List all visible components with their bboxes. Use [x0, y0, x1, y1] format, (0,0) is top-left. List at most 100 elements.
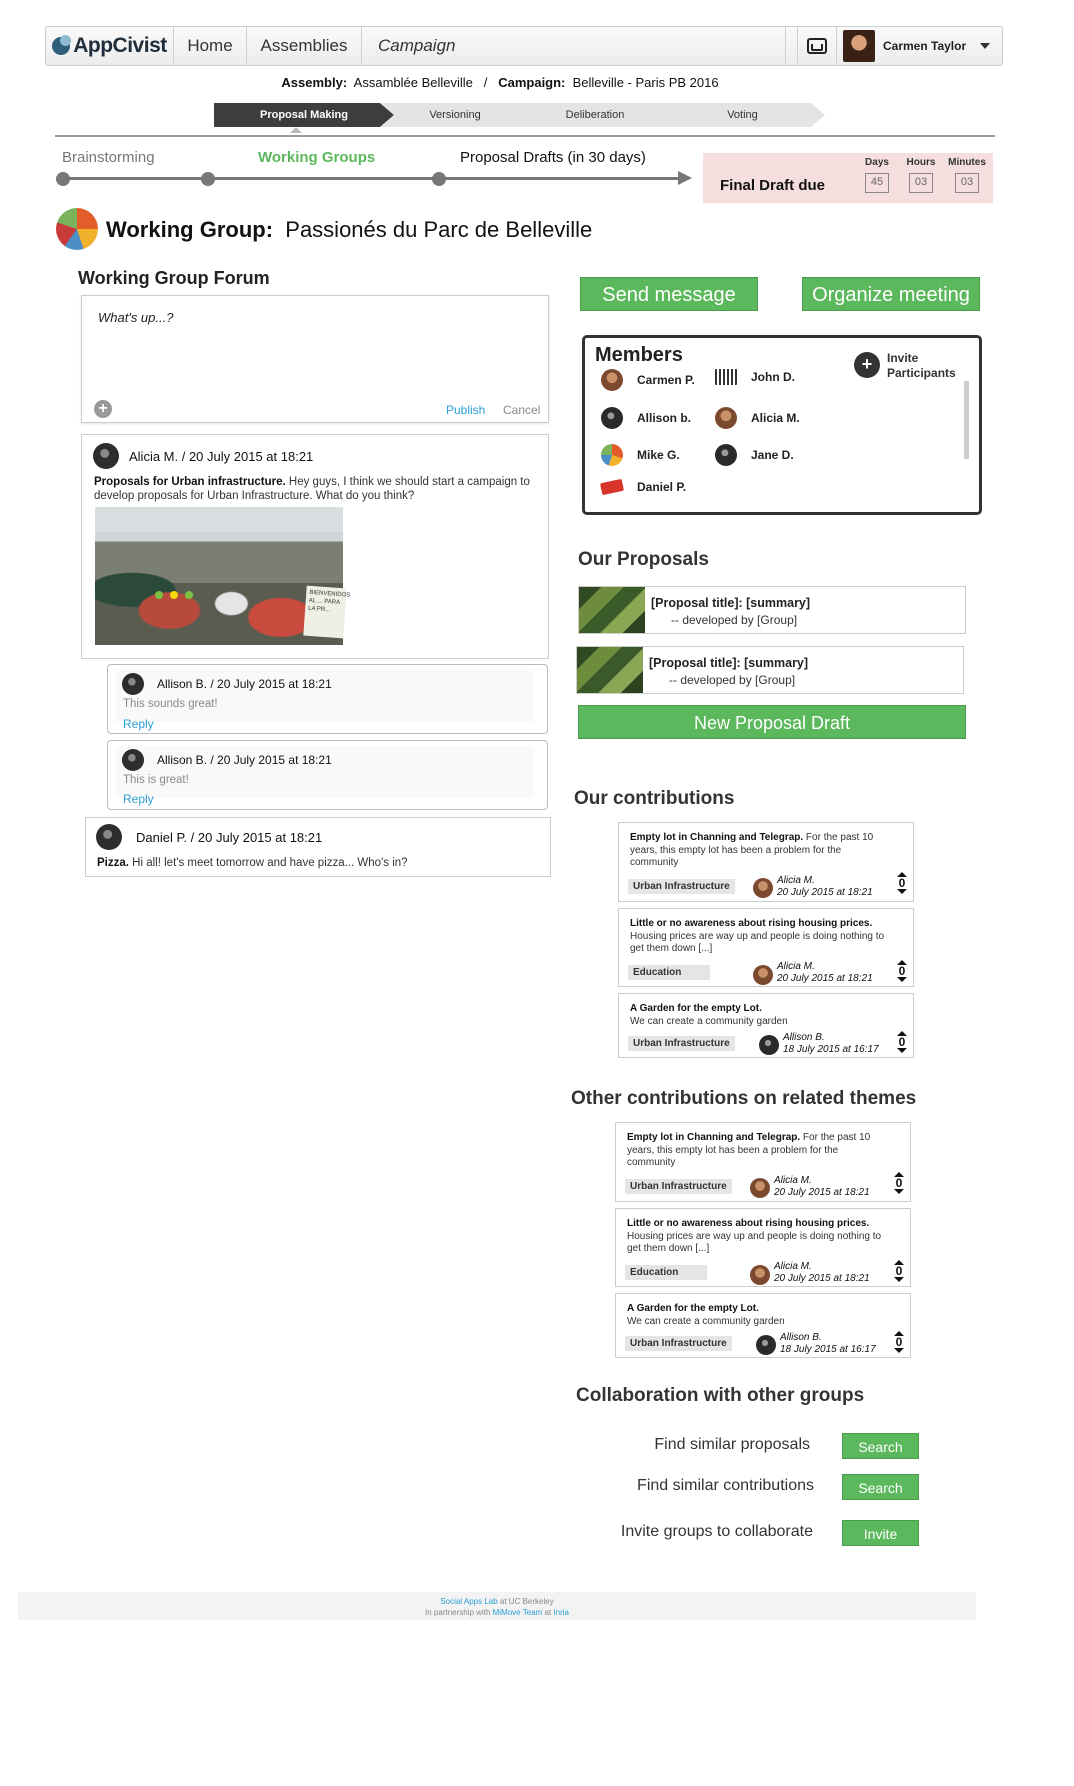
tag-badge[interactable]: Education: [625, 1265, 707, 1280]
avatar-icon: [601, 369, 623, 391]
tag-badge[interactable]: Urban Infrastructure: [625, 1179, 732, 1194]
author-name: Allison B.: [783, 1032, 825, 1043]
contribution-card[interactable]: Little or no awareness about rising hous…: [618, 908, 914, 987]
vote-control[interactable]: 0: [897, 960, 907, 982]
contribution-author: Alicia M. 20 July 2015 at 18:21: [774, 1175, 870, 1199]
proposal-card[interactable]: [Proposal title]: [summary] -- developed…: [578, 586, 966, 634]
cancel-button[interactable]: Cancel: [503, 403, 540, 417]
invite-participants-button[interactable]: Invite Participants: [887, 351, 967, 381]
post-composer[interactable]: What's up...? + Publish Cancel: [81, 295, 549, 423]
proposal-thumbnail: [579, 587, 645, 633]
reply-button[interactable]: Reply: [123, 717, 154, 731]
inbox-button[interactable]: [797, 27, 837, 65]
contribution-text: A Garden for the empty Lot. We can creat…: [627, 1303, 889, 1328]
plus-icon[interactable]: +: [94, 400, 112, 418]
vote-control[interactable]: 0: [894, 1172, 904, 1194]
footer-inria-link[interactable]: Inria: [553, 1608, 569, 1617]
contribution-card[interactable]: A Garden for the empty Lot. We can creat…: [618, 993, 914, 1058]
timeline-stage-proposal-drafts[interactable]: Proposal Drafts (in 30 days): [460, 149, 646, 166]
timeline-dot: [432, 172, 446, 186]
member-item[interactable]: Mike G.: [601, 444, 680, 466]
phase-deliberation[interactable]: Deliberation: [515, 103, 675, 127]
timeline-stage-working-groups[interactable]: Working Groups: [258, 149, 375, 166]
contribution-card[interactable]: Empty lot in Channing and Telegrap. For …: [618, 822, 914, 902]
contribution-card[interactable]: A Garden for the empty Lot. We can creat…: [615, 1293, 911, 1358]
context-separator: /: [483, 75, 488, 90]
contribution-card[interactable]: Empty lot in Channing and Telegrap. For …: [615, 1122, 911, 1202]
contribution-text: Little or no awareness about rising hous…: [630, 918, 892, 956]
vote-control[interactable]: 0: [894, 1260, 904, 1282]
send-message-button[interactable]: Send message: [580, 277, 758, 311]
member-name: Mike G.: [637, 448, 680, 462]
vote-count: 0: [895, 1264, 903, 1278]
find-similar-proposals-button[interactable]: Search: [842, 1433, 919, 1459]
avatar-icon: [122, 673, 144, 695]
nav-home[interactable]: Home: [174, 27, 247, 65]
post-photo[interactable]: BIENVENIDOS AL ... PARA LA PR...: [95, 507, 350, 645]
phase-voting[interactable]: Voting: [660, 103, 825, 127]
assembly-value[interactable]: Assamblée Belleville: [354, 75, 473, 90]
contribution-author: Allison B. 18 July 2015 at 16:17: [780, 1332, 876, 1356]
members-scrollbar[interactable]: [964, 381, 969, 459]
invite-groups-button[interactable]: Invite: [842, 1520, 919, 1546]
proposal-card[interactable]: [Proposal title]: [summary] -- developed…: [576, 646, 964, 694]
tag-badge[interactable]: Urban Infrastructure: [625, 1336, 732, 1351]
vote-control[interactable]: 0: [897, 872, 907, 894]
forum-post: Daniel P. / 20 July 2015 at 18:21 Pizza.…: [85, 817, 551, 877]
reply-button[interactable]: Reply: [123, 792, 154, 806]
publish-button[interactable]: Publish: [446, 403, 485, 417]
nav-campaign[interactable]: Campaign: [362, 27, 786, 65]
tag-badge[interactable]: Urban Infrastructure: [628, 879, 735, 894]
member-item[interactable]: Carmen P.: [601, 369, 695, 391]
countdown-hours: 03: [909, 173, 933, 193]
post-header: Allison B. / 20 July 2015 at 18:21: [157, 677, 332, 691]
proposal-author: -- developed by [Group]: [669, 673, 796, 687]
forum-reply: Allison B. / 20 July 2015 at 18:21 This …: [107, 740, 548, 810]
new-proposal-draft-button[interactable]: New Proposal Draft: [578, 705, 966, 739]
member-item[interactable]: Jane D.: [715, 444, 794, 466]
proposal-author: -- developed by [Group]: [671, 613, 798, 627]
nav-assemblies[interactable]: Assemblies: [247, 27, 362, 65]
footer-team-link[interactable]: MiMove Team: [493, 1608, 543, 1617]
member-name: Daniel P.: [637, 480, 687, 494]
phase-versioning[interactable]: Versioning: [380, 103, 530, 127]
member-item[interactable]: Allison b.: [601, 407, 691, 429]
vote-control[interactable]: 0: [897, 1031, 907, 1053]
app-logo[interactable]: AppCivist: [46, 27, 174, 65]
avatar-icon: [715, 369, 737, 385]
vote-control[interactable]: 0: [894, 1331, 904, 1353]
footer-lab-link[interactable]: Social Apps Lab: [440, 1597, 497, 1606]
user-menu[interactable]: Carmen Taylor: [837, 27, 1003, 65]
find-similar-contributions-button[interactable]: Search: [842, 1474, 919, 1500]
member-item[interactable]: Daniel P.: [599, 478, 687, 496]
member-item[interactable]: Alicia M.: [715, 407, 800, 429]
countdown-unit-minutes: Minutes: [948, 157, 986, 168]
avatar-icon: [715, 407, 737, 429]
forum-reply: Allison B. / 20 July 2015 at 18:21 This …: [107, 664, 548, 734]
phase-proposal-making[interactable]: Proposal Making: [214, 103, 394, 127]
contribution-title: Little or no awareness about rising hous…: [630, 918, 873, 929]
plus-icon[interactable]: +: [854, 352, 880, 378]
contribution-title: A Garden for the empty Lot.: [630, 1003, 762, 1014]
organize-meeting-button[interactable]: Organize meeting: [802, 277, 980, 311]
timeline-stage-brainstorming[interactable]: Brainstorming: [62, 149, 155, 166]
members-panel: Members + Invite Participants Carmen P. …: [582, 335, 982, 515]
author-name: Allison B.: [780, 1332, 822, 1343]
tag-badge[interactable]: Education: [628, 965, 710, 980]
composer-input[interactable]: What's up...?: [98, 310, 173, 325]
campaign-value[interactable]: Belleville - Paris PB 2016: [573, 75, 719, 90]
avatar-icon: [715, 444, 737, 466]
avatar-icon: [122, 749, 144, 771]
balloon: [155, 591, 163, 599]
avatar-icon: [93, 443, 119, 469]
contribution-card[interactable]: Little or no awareness about rising hous…: [615, 1208, 911, 1287]
proposals-title: Our Proposals: [578, 549, 709, 570]
vote-count: 0: [895, 1176, 903, 1190]
member-name: Jane D.: [751, 448, 794, 462]
footer-text: at: [542, 1608, 554, 1617]
tag-badge[interactable]: Urban Infrastructure: [628, 1036, 735, 1051]
author-name: Alicia M.: [774, 1261, 812, 1272]
working-group-label: Working Group:: [106, 217, 274, 242]
member-item[interactable]: John D.: [715, 369, 795, 385]
author-date: 20 July 2015 at 18:21: [774, 1187, 870, 1198]
